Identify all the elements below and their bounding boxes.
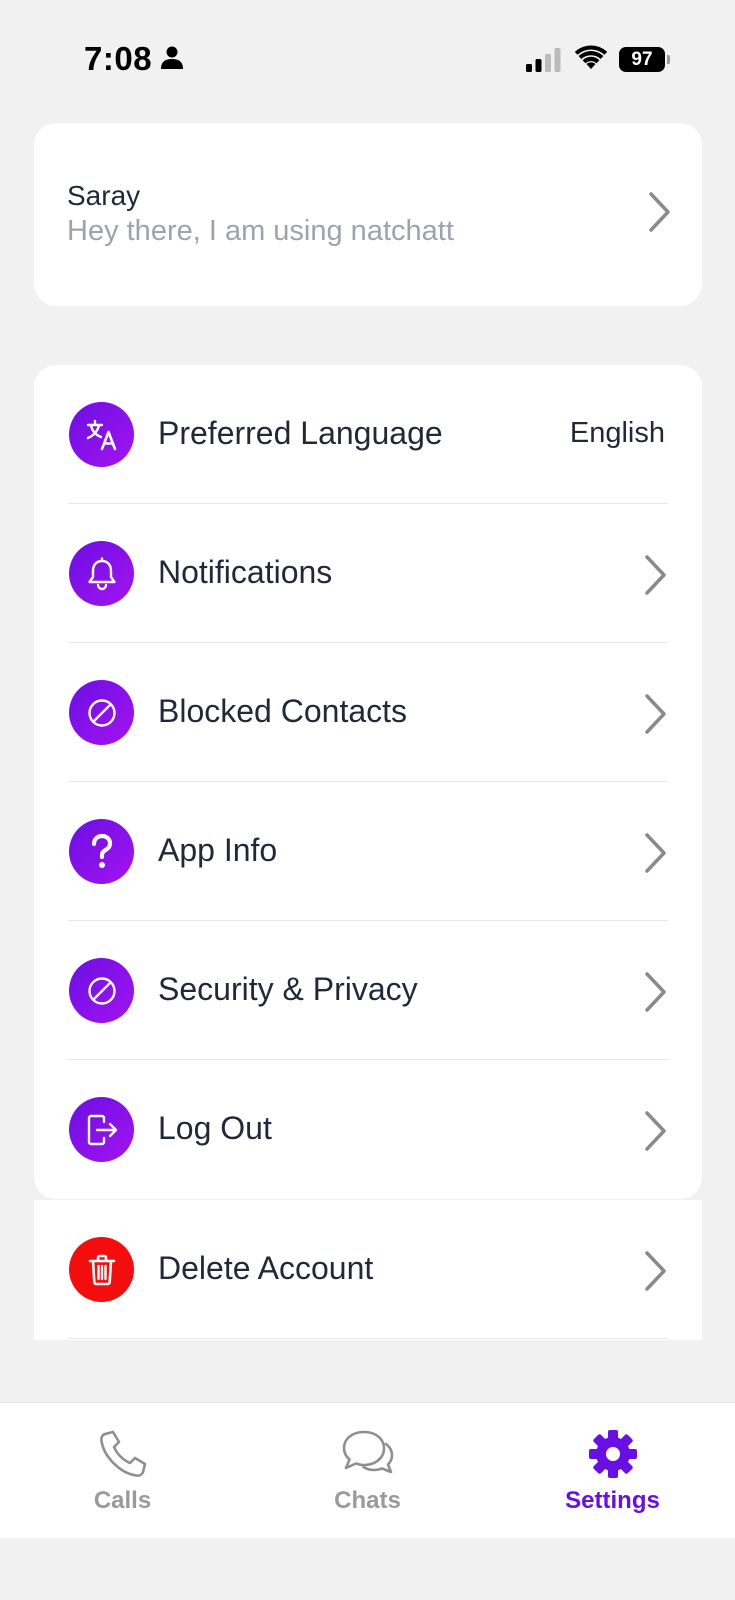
- block-icon: [69, 680, 134, 745]
- trash-icon: [69, 1237, 134, 1302]
- phone-icon: [99, 1430, 146, 1477]
- delete-account-label: Delete Account: [158, 1250, 374, 1286]
- chevron-right-icon: [645, 1111, 666, 1151]
- preferred-language-label: Preferred Language: [158, 415, 443, 451]
- block-icon: [69, 958, 134, 1023]
- tab-chats[interactable]: Chats: [245, 1403, 490, 1539]
- tab-settings[interactable]: Settings: [490, 1403, 735, 1539]
- blocked-contacts-label: Blocked Contacts: [158, 693, 408, 729]
- person-icon: [161, 46, 183, 69]
- logout-icon: [69, 1097, 134, 1162]
- delete-account-row[interactable]: Delete Account: [34, 1200, 702, 1339]
- app-info-row[interactable]: App Info: [34, 782, 702, 921]
- preferred-language-row[interactable]: Preferred Language English: [34, 365, 702, 504]
- chevron-right-icon: [645, 1251, 666, 1291]
- divider: [68, 1338, 668, 1339]
- battery-level: 97: [619, 47, 665, 72]
- notifications-label: Notifications: [158, 554, 333, 590]
- tab-chats-label: Chats: [334, 1487, 401, 1514]
- profile-card[interactable]: Saray Hey there, I am using natchatt: [34, 123, 702, 306]
- bell-icon: [69, 541, 134, 606]
- settings-list: Preferred Language English Notifications…: [34, 365, 702, 1199]
- wifi-icon: [574, 45, 608, 69]
- notifications-row[interactable]: Notifications: [34, 504, 702, 643]
- profile-name: Saray: [67, 180, 141, 211]
- chevron-right-icon: [649, 192, 670, 232]
- blocked-contacts-row[interactable]: Blocked Contacts: [34, 643, 702, 782]
- delete-account-card: Delete Account: [34, 1200, 702, 1340]
- security-privacy-row[interactable]: Security & Privacy: [34, 921, 702, 1060]
- chevron-right-icon: [645, 694, 666, 734]
- gear-icon: [588, 1430, 637, 1478]
- status-bar: 7:08 97: [0, 0, 735, 120]
- tab-calls-label: Calls: [93, 1487, 152, 1514]
- app-info-label: App Info: [158, 832, 278, 868]
- preferred-language-value: English: [569, 417, 665, 449]
- tab-bar: Calls Chats Settings: [0, 1402, 735, 1538]
- chevron-right-icon: [645, 555, 666, 595]
- chevron-right-icon: [645, 972, 666, 1012]
- security-privacy-label: Security & Privacy: [158, 971, 418, 1007]
- log-out-label: Log Out: [158, 1110, 272, 1146]
- log-out-row[interactable]: Log Out: [34, 1060, 702, 1199]
- chat-bubbles-icon: [342, 1430, 393, 1474]
- tab-calls[interactable]: Calls: [0, 1403, 245, 1539]
- translate-icon: [69, 402, 134, 467]
- status-time: 7:08: [84, 40, 153, 77]
- chevron-right-icon: [645, 833, 666, 873]
- question-icon: [69, 819, 134, 884]
- tab-settings-label: Settings: [565, 1487, 660, 1514]
- cellular-signal-icon: [526, 48, 561, 72]
- battery-indicator: 97: [619, 47, 670, 72]
- battery-tip: [667, 55, 670, 64]
- profile-status: Hey there, I am using natchatt: [67, 215, 454, 247]
